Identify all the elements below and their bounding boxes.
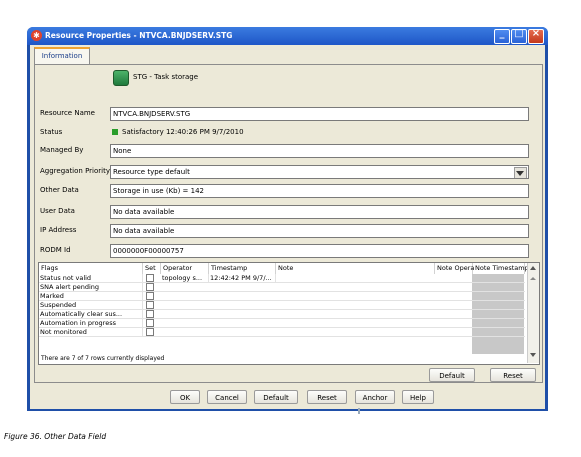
- flag-cell: Automation in progress: [39, 319, 143, 327]
- user-data-field[interactable]: No data available: [110, 205, 529, 219]
- table-row[interactable]: Status not valid topology s... 12:42:42 …: [39, 274, 525, 283]
- managed-by-field[interactable]: None: [110, 144, 529, 158]
- table-row[interactable]: Marked: [39, 292, 525, 301]
- other-data-field[interactable]: Storage in use (Kb) = 142: [110, 184, 529, 198]
- table-row[interactable]: Not monitored: [39, 328, 525, 337]
- column-header-set[interactable]: Set: [143, 263, 161, 274]
- ip-address-label: IP Address: [40, 226, 77, 234]
- set-checkbox[interactable]: [146, 292, 154, 300]
- managed-by-label: Managed By: [40, 146, 84, 154]
- status-text: Satisfactory 12:40:26 PM 9/7/2010: [122, 128, 244, 136]
- dropdown-button[interactable]: [514, 167, 527, 178]
- column-header-timestamp[interactable]: Timestamp: [209, 263, 276, 274]
- table-scrollbar[interactable]: [527, 263, 539, 363]
- aggregation-priority-value: Resource type default: [113, 168, 190, 176]
- ip-address-field[interactable]: No data available: [110, 224, 529, 238]
- flag-cell: Marked: [39, 292, 143, 300]
- maximize-icon: □: [514, 28, 524, 39]
- status-indicator-icon: [112, 129, 118, 135]
- set-checkbox[interactable]: [146, 310, 154, 318]
- minimize-icon: _: [499, 28, 505, 39]
- information-panel: STG - Task storage Resource Name NTVCA.B…: [34, 64, 543, 383]
- column-header-operator[interactable]: Operator: [161, 263, 209, 274]
- set-checkbox[interactable]: [146, 274, 154, 282]
- chevron-down-icon: [516, 171, 524, 176]
- app-icon: ✱: [31, 30, 42, 41]
- scroll-up-icon[interactable]: [530, 266, 536, 270]
- set-checkbox[interactable]: [146, 319, 154, 327]
- flags-table[interactable]: Flags Set Operator Timestamp Note Note O…: [38, 262, 540, 365]
- flag-cell: Suspended: [39, 301, 143, 309]
- window-body: Information STG - Task storage Resource …: [30, 45, 545, 414]
- aggregation-priority-label: Aggregation Priority: [40, 167, 110, 175]
- rodm-id-label: RODM Id: [40, 246, 71, 254]
- scroll-thumb-icon[interactable]: [530, 277, 536, 280]
- column-header-note-timestamp[interactable]: Note Timestamp: [473, 263, 529, 274]
- resource-name-field[interactable]: NTVCA.BNJDSERV.STG: [110, 107, 529, 121]
- resize-handle[interactable]: [358, 408, 360, 414]
- close-button[interactable]: ×: [528, 28, 544, 44]
- flag-cell: Status not valid: [39, 274, 143, 282]
- flag-cell: SNA alert pending: [39, 283, 143, 291]
- row-count-status: There are 7 of 7 rows currently displaye…: [41, 355, 165, 362]
- minimize-button[interactable]: _: [494, 28, 510, 44]
- window-title: Resource Properties - NTVCA.BNJDSERV.STG: [45, 31, 233, 40]
- rodm-id-field[interactable]: 0000000F00000757: [110, 244, 529, 258]
- flag-cell: Automatically clear sus...: [39, 310, 143, 318]
- resource-name-label: Resource Name: [40, 109, 95, 117]
- ok-button[interactable]: OK: [170, 390, 200, 404]
- status-label: Status: [40, 128, 63, 136]
- user-data-label: User Data: [40, 207, 75, 215]
- cancel-button[interactable]: Cancel: [207, 390, 247, 404]
- status-value: Satisfactory 12:40:26 PM 9/7/2010: [112, 126, 244, 138]
- aggregation-priority-select[interactable]: Resource type default: [110, 165, 529, 179]
- column-header-note[interactable]: Note: [276, 263, 435, 274]
- properties-window: ✱ Resource Properties - NTVCA.BNJDSERV.S…: [27, 27, 548, 414]
- resource-type-label: STG - Task storage: [133, 73, 199, 81]
- scroll-down-icon[interactable]: [530, 353, 536, 357]
- title-bar[interactable]: ✱ Resource Properties - NTVCA.BNJDSERV.S…: [27, 27, 548, 45]
- table-default-button[interactable]: Default: [429, 368, 475, 382]
- maximize-button[interactable]: □: [511, 28, 527, 44]
- other-data-label: Other Data: [40, 186, 79, 194]
- table-row[interactable]: SNA alert pending: [39, 283, 525, 292]
- default-button[interactable]: Default: [254, 390, 298, 404]
- help-button[interactable]: Help: [402, 390, 434, 404]
- table-row[interactable]: Automation in progress: [39, 319, 525, 328]
- table-row[interactable]: Suspended: [39, 301, 525, 310]
- table-row[interactable]: Automatically clear sus...: [39, 310, 525, 319]
- timestamp-cell: 12:42:42 PM 9/7/...: [209, 274, 276, 282]
- anchor-button[interactable]: Anchor: [355, 390, 395, 404]
- reset-button[interactable]: Reset: [307, 390, 347, 404]
- set-checkbox[interactable]: [146, 301, 154, 309]
- flag-cell: Not monitored: [39, 328, 143, 336]
- table-reset-button[interactable]: Reset: [490, 368, 536, 382]
- figure-caption: Figure 36. Other Data Field: [4, 432, 107, 441]
- tab-information[interactable]: Information: [34, 47, 90, 64]
- column-header-flags[interactable]: Flags: [39, 263, 143, 274]
- operator-cell: topology s...: [161, 274, 209, 282]
- set-checkbox[interactable]: [146, 328, 154, 336]
- storage-icon: [113, 70, 129, 86]
- set-checkbox[interactable]: [146, 283, 154, 291]
- column-header-note-operator[interactable]: Note Opera: [435, 263, 474, 274]
- close-icon: ×: [531, 28, 541, 39]
